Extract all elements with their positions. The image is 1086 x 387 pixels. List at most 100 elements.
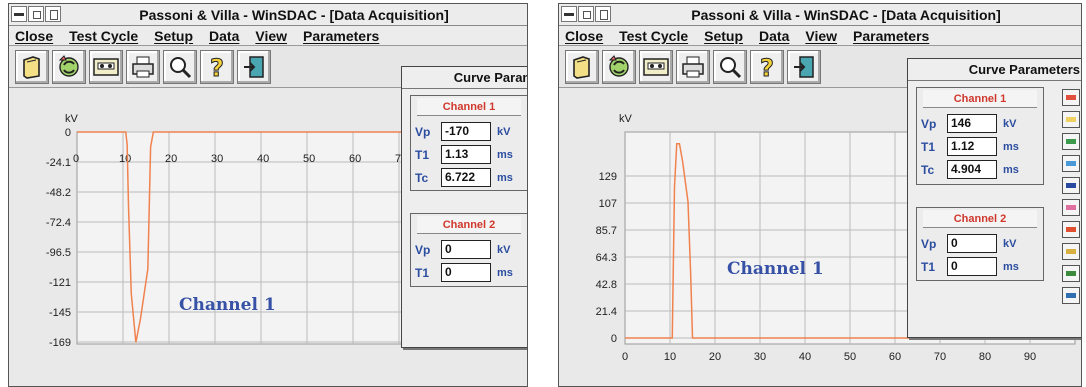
curve-parameters-panel: Curve Parameters Channel 1 Vp 146 kV T1 1.1… <box>907 58 1081 338</box>
y-axis-unit: kV <box>65 113 79 125</box>
open-folder-icon <box>573 56 590 79</box>
vp-unit: kV <box>497 125 511 138</box>
t1-field[interactable]: 1.12 <box>947 137 997 156</box>
y-tick-label: 42.8 <box>596 279 617 291</box>
color-swatch-button[interactable] <box>1062 89 1080 106</box>
color-swatch-button[interactable] <box>1062 199 1080 216</box>
help-button[interactable]: ? <box>200 50 234 84</box>
menu-test-cycle[interactable]: Test Cycle <box>69 28 138 44</box>
menu-data[interactable]: Data <box>209 28 239 44</box>
vp-field[interactable]: -170 <box>441 122 491 141</box>
system-menu-button[interactable] <box>561 6 577 22</box>
menu-setup[interactable]: Setup <box>704 28 743 44</box>
x-tick-label: 10 <box>664 351 676 363</box>
refresh-button[interactable] <box>52 50 86 84</box>
system-menu-button[interactable] <box>11 6 27 22</box>
menu-view[interactable]: View <box>805 28 837 44</box>
restore-button[interactable] <box>28 6 44 22</box>
menu-parameters[interactable]: Parameters <box>303 28 379 44</box>
tc-field[interactable]: 4.904 <box>947 160 997 179</box>
vp-label: Vp <box>921 236 937 251</box>
menu-test-cycle[interactable]: Test Cycle <box>619 28 688 44</box>
menu-close[interactable]: Close <box>15 28 53 44</box>
t1-field[interactable]: 1.13 <box>441 145 491 164</box>
color-swatch-button[interactable] <box>1062 111 1080 128</box>
x-tick-label: 40 <box>257 153 269 165</box>
x-tick-label: 50 <box>844 351 856 363</box>
open-folder-icon <box>23 56 40 79</box>
vp-field[interactable]: 0 <box>441 240 491 259</box>
color-swatch-button[interactable] <box>1062 133 1080 150</box>
document-menu-button[interactable] <box>45 6 61 22</box>
x-tick-label: 60 <box>349 153 361 165</box>
t1-unit: ms <box>497 148 513 161</box>
menu-setup[interactable]: Setup <box>154 28 193 44</box>
refresh-button[interactable] <box>602 50 636 84</box>
menu-view[interactable]: View <box>255 28 287 44</box>
panel-title: Curve Parameters <box>908 59 1081 81</box>
restore-button[interactable] <box>578 6 594 22</box>
exit-icon <box>794 56 814 78</box>
y-tick-label: -145 <box>49 307 71 319</box>
channel-label: Channel 1 <box>179 295 276 315</box>
y-tick-label: 21.4 <box>596 306 617 318</box>
vp-field[interactable]: 146 <box>947 114 997 133</box>
tc-label: Tc <box>921 162 935 177</box>
left-window: Passoni & Villa - WinSDAC - [Data Acquis… <box>8 3 528 387</box>
y-tick-label: -48.2 <box>46 187 71 199</box>
cassette-button[interactable] <box>89 50 123 84</box>
open-folder-button[interactable] <box>15 50 49 84</box>
cassette-icon <box>643 58 669 76</box>
printer-icon <box>682 56 704 78</box>
help-button[interactable]: ? <box>750 50 784 84</box>
exit-button[interactable] <box>237 50 271 84</box>
channel-2-title: Channel 2 <box>923 210 1037 228</box>
x-tick-label: 20 <box>165 153 177 165</box>
x-tick-label: 0 <box>73 153 79 165</box>
x-tick-label: 20 <box>709 351 721 363</box>
refresh-icon <box>608 55 629 77</box>
channel-2-title: Channel 2 <box>417 216 521 234</box>
print-button[interactable] <box>126 50 160 84</box>
tc-field[interactable]: 6.722 <box>441 168 491 187</box>
t1-field[interactable]: 0 <box>441 263 491 282</box>
refresh-icon <box>58 55 79 77</box>
color-swatch-button[interactable] <box>1062 221 1080 238</box>
menu-bar: Close Test Cycle Setup Data View Paramet… <box>559 26 1081 46</box>
print-button[interactable] <box>676 50 710 84</box>
t1-field[interactable]: 0 <box>947 257 997 276</box>
document-menu-button[interactable] <box>595 6 611 22</box>
window-title: Passoni & Villa - WinSDAC - [Data Acquis… <box>139 7 449 23</box>
curve-parameters-panel: Curve Param Channel 1 Vp -170 kV T1 1.13 ms … <box>401 66 527 348</box>
open-folder-button[interactable] <box>565 50 599 84</box>
magnifier-icon <box>720 57 742 79</box>
y-tick-label: 64.3 <box>596 252 617 264</box>
exit-button[interactable] <box>787 50 821 84</box>
window-title: Passoni & Villa - WinSDAC - [Data Acquis… <box>691 7 1001 23</box>
exit-icon <box>244 56 264 78</box>
color-swatch-button[interactable] <box>1062 155 1080 172</box>
vp-field[interactable]: 0 <box>947 234 997 253</box>
menu-parameters[interactable]: Parameters <box>853 28 929 44</box>
x-tick-label: 10 <box>119 153 131 165</box>
color-swatch-button[interactable] <box>1062 243 1080 260</box>
zoom-button[interactable] <box>163 50 197 84</box>
cassette-button[interactable] <box>639 50 673 84</box>
channel-1-title: Channel 1 <box>417 98 521 116</box>
t1-unit: ms <box>1003 260 1019 273</box>
menu-close[interactable]: Close <box>565 28 603 44</box>
channel-2-group: Channel 2 Vp 0 kV T1 0 ms <box>916 207 1044 281</box>
x-tick-label: 70 <box>934 351 946 363</box>
magnifier-icon <box>170 57 192 79</box>
x-tick-label: 90 <box>1024 351 1036 363</box>
y-tick-label: 0 <box>611 333 617 345</box>
color-swatch-button[interactable] <box>1062 177 1080 194</box>
zoom-button[interactable] <box>713 50 747 84</box>
title-bar: Passoni & Villa - WinSDAC - [Data Acquis… <box>559 4 1081 26</box>
color-swatch-button[interactable] <box>1062 265 1080 282</box>
t1-unit: ms <box>1003 140 1019 153</box>
vp-unit: kV <box>1003 237 1017 250</box>
color-swatch-button[interactable] <box>1062 287 1080 304</box>
menu-data[interactable]: Data <box>759 28 789 44</box>
y-axis-unit: kV <box>619 113 633 125</box>
